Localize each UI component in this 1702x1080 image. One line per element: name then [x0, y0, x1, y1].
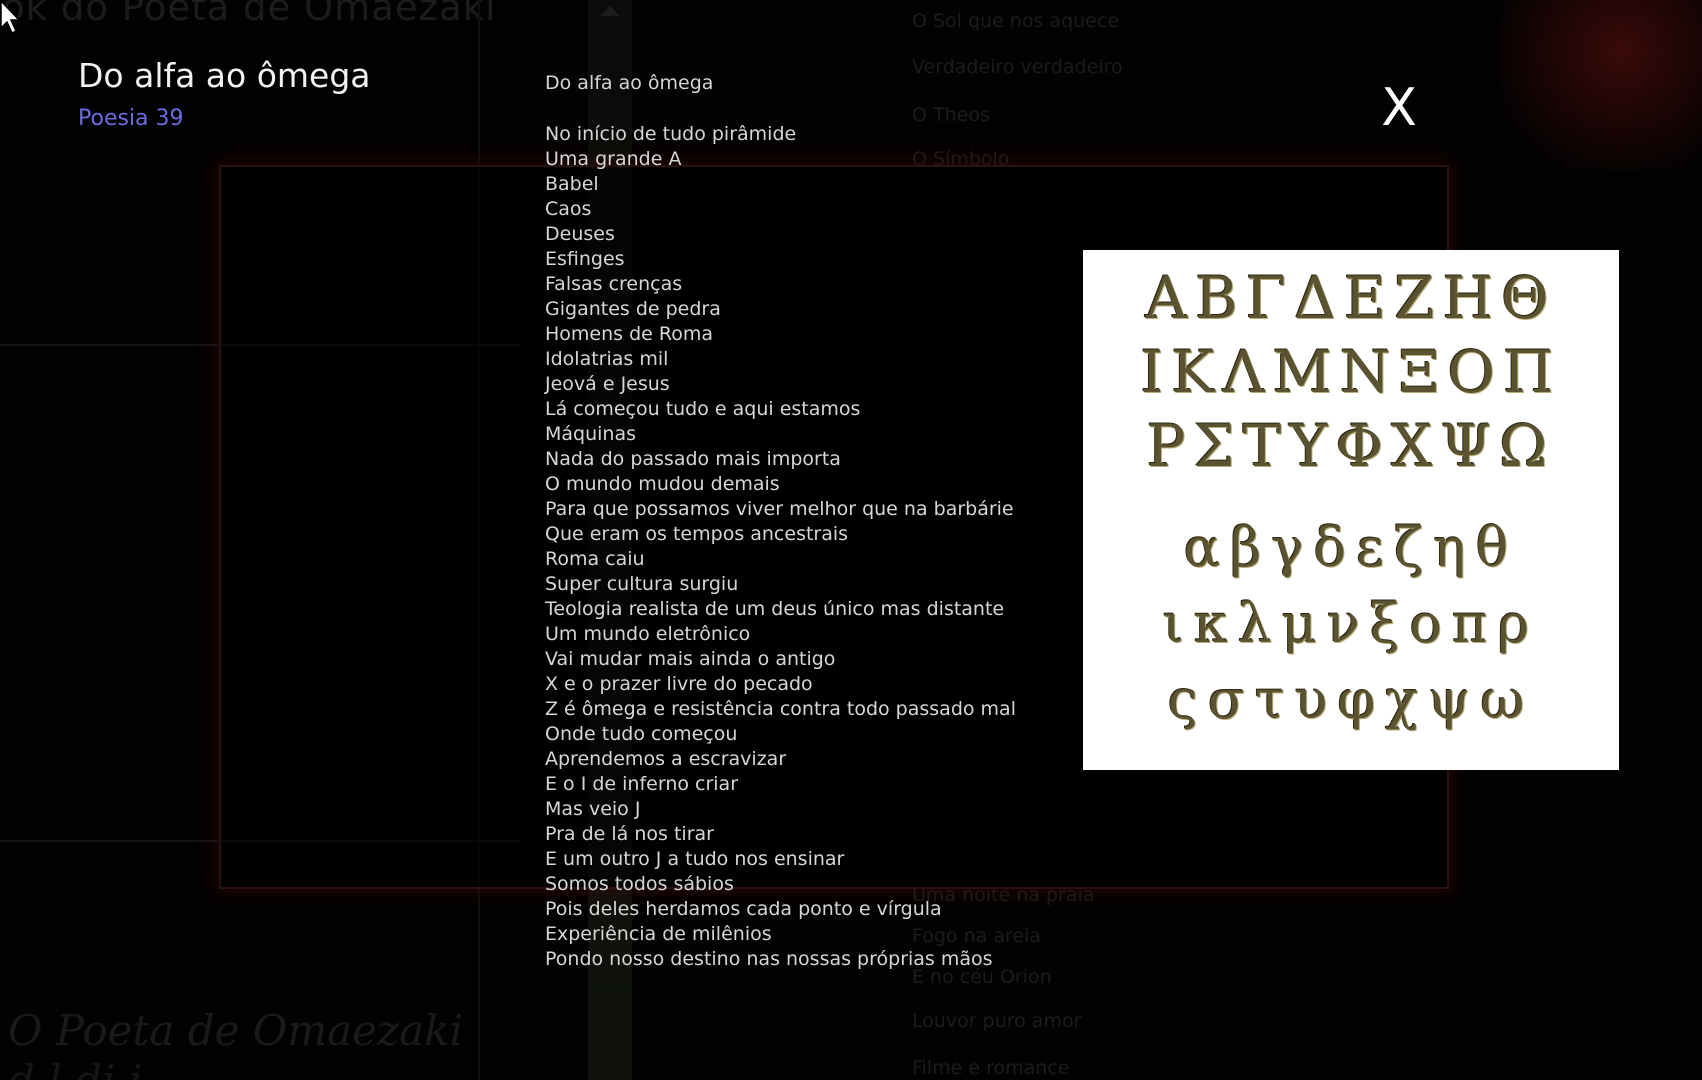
poem-line: Um mundo eletrônico [545, 623, 751, 645]
background-site-title: ok do Poeta de Omaezaki [2, 0, 497, 29]
poem-line: Lá começou tudo e aqui estamos [545, 398, 861, 420]
poem-line: Aprendemos a escravizar [545, 748, 787, 770]
poem-line: Mas veio J [545, 798, 641, 820]
poem-line: Caos [545, 198, 592, 220]
greek-lowercase-row: ικλμνξοπρ [1162, 592, 1540, 655]
greek-alphabet-image: ΑΒΓΔΕΖΗΘ ΙΚΛΜΝΞΟΠ ΡΣΤΥΦΧΨΩ αβγδεζηθ ικλμ… [1083, 250, 1619, 770]
poem-title: Do alfa ao ômega [78, 56, 371, 95]
poem-line: Pondo nosso destino nas nossas próprias … [545, 948, 993, 970]
poem-line: Super cultura surgiu [545, 573, 739, 595]
scroll-up-arrow-icon [600, 6, 620, 16]
poem-line: Que eram os tempos ancestrais [545, 523, 849, 545]
poem-line: E o I de inferno criar [545, 773, 739, 795]
poem-line: Pois deles herdamos cada ponto e vírgula [545, 898, 942, 920]
poem-line: Babel [545, 173, 599, 195]
background-red-glow [1500, 0, 1702, 170]
poem-lines: No início de tudo pirâmide Uma grande A Ba… [545, 122, 1016, 972]
poem-line: Somos todos sábios [545, 873, 734, 895]
app-window: ok do Poeta de Omaezaki O Sol que nos aq… [0, 0, 1702, 1080]
greek-lowercase-row: ςστυφχψω [1167, 668, 1535, 731]
poem-line: Roma caiu [545, 548, 645, 570]
background-menu-item: Louvor puro amor [912, 1010, 1082, 1032]
poem-line: Teologia realista de um deus único mas d… [545, 598, 1005, 620]
poem-line: Falsas crenças [545, 273, 683, 295]
poem-line: No início de tudo pirâmide [545, 123, 797, 145]
poem-line: O mundo mudou demais [545, 473, 780, 495]
poem-line: Gigantes de pedra [545, 298, 721, 320]
greek-uppercase-row: ΑΒΓΔΕΖΗΘ [1145, 264, 1557, 332]
background-footer-title: O Poeta de Omaezaki [8, 1006, 464, 1055]
background-menu-item: O Sol que nos aquece [912, 10, 1120, 32]
greek-lowercase-row: αβγδεζηθ [1183, 516, 1519, 579]
poem-line: Pra de lá nos tirar [545, 823, 714, 845]
greek-uppercase-row: ΡΣΤΥΦΧΨΩ [1146, 412, 1556, 480]
poem-line: Vai mudar mais ainda o antigo [545, 648, 836, 670]
background-menu-item: Filme e romance [912, 1057, 1070, 1079]
poem-line: Experiência de milênios [545, 923, 772, 945]
mouse-cursor-icon [0, 0, 21, 35]
poem-line: Homens de Roma [545, 323, 714, 345]
poem-line: Deuses [545, 223, 615, 245]
background-menu-item: Verdadeiro verdadeiro [912, 56, 1123, 78]
poem-line: Idolatrias mil [545, 348, 669, 370]
close-button[interactable]: X [1374, 78, 1424, 138]
poem-line: Z é ômega e resistência contra todo pass… [545, 698, 1016, 720]
poem-line: Onde tudo começou [545, 723, 738, 745]
poem-line: Esfinges [545, 248, 625, 270]
background-footer-subtitle: d l di i [8, 1056, 142, 1080]
greek-uppercase-row: ΙΚΛΜΝΞΟΠ [1140, 338, 1562, 406]
poem-line: X e o prazer livre do pecado [545, 673, 813, 695]
poem-line: Nada do passado mais importa [545, 448, 841, 470]
poem-line: Para que possamos viver melhor que na ba… [545, 498, 1014, 520]
poem-line: Máquinas [545, 423, 637, 445]
poem-line: Uma grande A [545, 148, 682, 170]
poem-line: E um outro J a tudo nos ensinar [545, 848, 845, 870]
poem-line: Jeová e Jesus [545, 373, 670, 395]
poem-number: Poesia 39 [78, 106, 184, 131]
poem-heading: Do alfa ao ômega [545, 72, 714, 94]
